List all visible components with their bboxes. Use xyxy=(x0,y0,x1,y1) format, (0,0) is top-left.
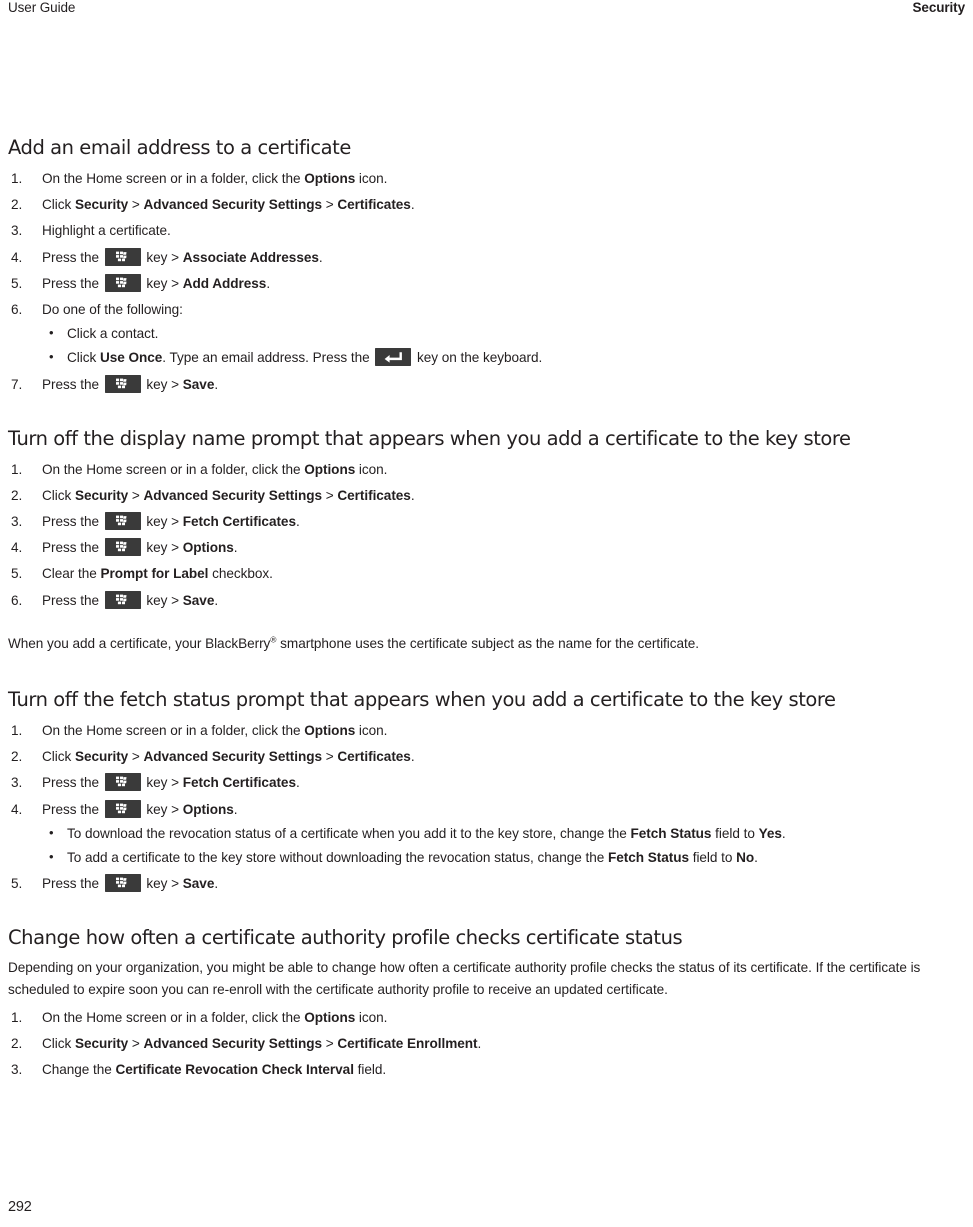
procedure-substep: Click Use Once. Type an email address. P… xyxy=(42,345,965,370)
procedure-step: Click Security > Advanced Security Setti… xyxy=(11,1032,482,1056)
emphasis-term: Options xyxy=(304,461,356,477)
blackberry-menu-key-icon xyxy=(104,512,141,531)
procedure-step: Press the key > Save. xyxy=(11,373,219,397)
emphasis-term: Security xyxy=(74,487,129,503)
blackberry-menu-key-icon xyxy=(104,374,141,393)
procedure-step: On the Home screen or in a folder, click… xyxy=(11,719,388,743)
emphasis-term: Advanced Security Settings xyxy=(143,1035,323,1051)
emphasis-term: Options xyxy=(182,540,234,556)
emphasis-term: Certificates xyxy=(337,197,411,213)
emphasis-term: Certificate Enrollment xyxy=(337,1035,478,1051)
procedure-substep-list: To download the revocation status of a c… xyxy=(42,821,965,870)
emphasis-term: Yes xyxy=(758,825,782,841)
emphasis-term: Certificates xyxy=(337,487,411,503)
page-content: Add an email address to a certificate On … xyxy=(8,136,965,1084)
section-heading: Change how often a certificate authority… xyxy=(8,926,683,950)
procedure-step: Press the key > Options.To download the … xyxy=(8,798,965,871)
procedure-step-list: On the Home screen or in a folder, click… xyxy=(8,167,965,397)
procedure-step: Press the key > Options. xyxy=(11,536,238,560)
emphasis-term: Advanced Security Settings xyxy=(143,749,323,765)
procedure-step: On the Home screen or in a folder, click… xyxy=(11,1006,388,1030)
emphasis-term: Certificates xyxy=(337,749,411,765)
procedure-step: Press the key > Save. xyxy=(11,872,219,896)
emphasis-term: Options xyxy=(304,723,356,739)
procedure-step-list: On the Home screen or in a folder, click… xyxy=(8,1006,965,1083)
blackberry-menu-key-icon xyxy=(104,247,141,266)
emphasis-term: Certificate Revocation Check Interval xyxy=(115,1062,354,1078)
emphasis-term: Use Once xyxy=(99,350,163,366)
section-heading: Turn off the display name prompt that ap… xyxy=(8,426,851,450)
procedure-substep: To add a certificate to the key store wi… xyxy=(42,845,965,870)
emphasis-term: Options xyxy=(182,801,234,817)
procedure-step-list: On the Home screen or in a folder, click… xyxy=(8,458,965,613)
procedure-step: Click Security > Advanced Security Setti… xyxy=(11,745,415,769)
emphasis-term: Options xyxy=(304,1009,356,1025)
emphasis-term: Options xyxy=(304,171,356,186)
procedure-step: Change the Certificate Revocation Check … xyxy=(11,1058,387,1082)
procedure-step: Clear the Prompt for Label checkbox. xyxy=(11,562,273,586)
emphasis-term: Advanced Security Settings xyxy=(143,487,323,503)
procedure-step: Press the key > Save. xyxy=(11,589,219,613)
procedure-step: Press the key > Add Address. xyxy=(11,272,271,296)
blackberry-menu-key-icon xyxy=(104,799,141,818)
procedure-step: On the Home screen or in a folder, click… xyxy=(11,458,388,482)
blackberry-menu-key-icon xyxy=(104,874,141,893)
procedure-step: Click Security > Advanced Security Setti… xyxy=(11,193,415,217)
blackberry-menu-key-icon xyxy=(104,773,141,792)
running-header-left: User Guide xyxy=(8,0,76,15)
emphasis-term: Fetch Certificates xyxy=(182,775,296,791)
blackberry-menu-key-icon xyxy=(104,590,141,609)
procedure-step: Press the key > Associate Addresses. xyxy=(11,246,323,270)
enter-key-icon xyxy=(375,348,412,367)
emphasis-term: Prompt for Label xyxy=(100,566,209,582)
blackberry-menu-key-icon xyxy=(104,273,141,292)
procedure-step: Do one of the following:Click a contact.… xyxy=(8,298,965,371)
emphasis-term: Advanced Security Settings xyxy=(143,197,323,213)
emphasis-term: Security xyxy=(74,749,129,765)
emphasis-term: Save xyxy=(182,876,215,892)
emphasis-term: Security xyxy=(74,197,129,213)
procedure-step: Click Security > Advanced Security Setti… xyxy=(11,484,415,508)
procedure-step: Highlight a certificate. xyxy=(11,219,171,243)
page-number: 292 xyxy=(8,1199,32,1215)
procedure-step: On the Home screen or in a folder, click… xyxy=(11,167,388,191)
procedure-substep-list: Click a contact.Click Use Once. Type an … xyxy=(42,321,965,370)
running-header: User Guide Security xyxy=(8,0,965,22)
emphasis-term: Fetch Certificates xyxy=(182,514,296,530)
section-heading: Turn off the fetch status prompt that ap… xyxy=(8,688,836,712)
procedure-step: Press the key > Fetch Certificates. xyxy=(11,771,300,795)
procedure-substep: To download the revocation status of a c… xyxy=(42,821,965,846)
emphasis-term: Security xyxy=(74,1035,129,1051)
blackberry-menu-key-icon xyxy=(104,538,141,557)
emphasis-term: Save xyxy=(182,592,215,608)
emphasis-term: Fetch Status xyxy=(630,825,712,841)
emphasis-term: Associate Addresses xyxy=(182,249,319,265)
emphasis-term: No xyxy=(736,849,755,865)
section-note-paragraph: When you add a certificate, your BlackBe… xyxy=(8,634,699,651)
procedure-step-list: On the Home screen or in a folder, click… xyxy=(8,719,965,897)
emphasis-term: Add Address xyxy=(182,275,267,291)
running-header-right: Security xyxy=(912,0,966,15)
section-heading: Add an email address to a certificate xyxy=(8,136,351,159)
section-intro-paragraph: Depending on your organization, you migh… xyxy=(8,960,921,997)
procedure-step: Press the key > Fetch Certificates. xyxy=(11,510,300,534)
emphasis-term: Fetch Status xyxy=(608,849,689,865)
emphasis-term: Save xyxy=(182,376,215,392)
procedure-substep: Click a contact. xyxy=(42,321,965,346)
document-page: User Guide Security Add an email address… xyxy=(0,0,973,1227)
registered-trademark-mark: ® xyxy=(270,634,277,645)
